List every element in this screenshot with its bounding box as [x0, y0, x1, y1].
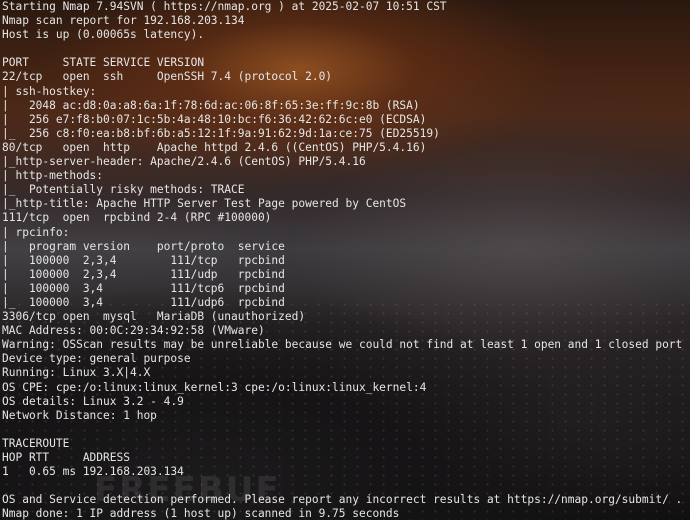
output-line: Running: Linux 3.X|4.X	[2, 366, 151, 380]
output-line: | http-methods:	[2, 169, 110, 183]
output-line: Starting Nmap 7.94SVN ( https://nmap.org…	[2, 0, 447, 13]
output-line: | 100000 2,3,4 111/udp rpcbind	[2, 267, 285, 281]
output-line: |_ 256 c8:f0:ea:b8:bf:6b:a5:12:1f:9a:91:…	[2, 126, 440, 140]
output-line: TRACEROUTE	[2, 436, 70, 450]
output-line: Nmap scan report for 192.168.203.134	[2, 14, 245, 28]
output-line: | program version port/proto service	[2, 239, 285, 253]
output-line: PORT STATE SERVICE VERSION	[2, 56, 205, 70]
output-line: HOP RTT ADDRESS	[2, 451, 130, 464]
output-line: Warning: OSScan results may be unreliabl…	[2, 338, 683, 352]
output-line: 3306/tcp open mysql MariaDB (unauthorize…	[2, 310, 306, 324]
output-line: | ssh-hostkey:	[2, 84, 104, 98]
output-line: Device type: general purpose	[2, 352, 191, 366]
output-line: OS and Service detection performed. Plea…	[2, 493, 683, 507]
output-line: 80/tcp open http Apache httpd 2.4.6 ((Ce…	[2, 140, 427, 154]
terminal-window[interactable]: FREEBUF Starting Nmap 7.94SVN ( https://…	[0, 0, 690, 520]
output-line: | rpcinfo:	[2, 225, 77, 239]
output-line: Network Distance: 1 hop	[2, 408, 157, 422]
output-line: |_ 100000 3,4 111/udp6 rpcbind	[2, 295, 285, 309]
output-line: 1 0.65 ms 192.168.203.134	[2, 465, 184, 479]
output-line: | 100000 3,4 111/tcp6 rpcbind	[2, 281, 285, 295]
output-line: OS CPE: cpe:/o:linux:linux_kernel:3 cpe:…	[2, 380, 427, 394]
terminal-output[interactable]: Starting Nmap 7.94SVN ( https://nmap.org…	[2, 0, 682, 520]
output-line: OS details: Linux 3.2 - 4.9	[2, 394, 184, 408]
output-line: 22/tcp open ssh OpenSSH 7.4 (protocol 2.…	[2, 70, 333, 84]
output-line: | 2048 ac:d8:0a:a8:6a:1f:78:6d:ac:06:8f:…	[2, 98, 420, 112]
output-line: Host is up (0.00065s latency).	[2, 28, 205, 42]
output-line: |_http-title: Apache HTTP Server Test Pa…	[2, 197, 407, 211]
output-line: |_ Potentially risky methods: TRACE	[2, 183, 245, 197]
output-line: | 256 e7:f8:b0:07:1c:5b:4a:48:10:bc:f6:3…	[2, 112, 427, 126]
output-line: | 100000 2,3,4 111/tcp rpcbind	[2, 253, 285, 267]
output-line: |_http-server-header: Apache/2.4.6 (Cent…	[2, 155, 366, 169]
output-line: MAC Address: 00:0C:29:34:92:58 (VMware)	[2, 324, 265, 338]
output-line: 111/tcp open rpcbind 2-4 (RPC #100000)	[2, 211, 272, 225]
output-line: Nmap done: 1 IP address (1 host up) scan…	[2, 507, 400, 520]
